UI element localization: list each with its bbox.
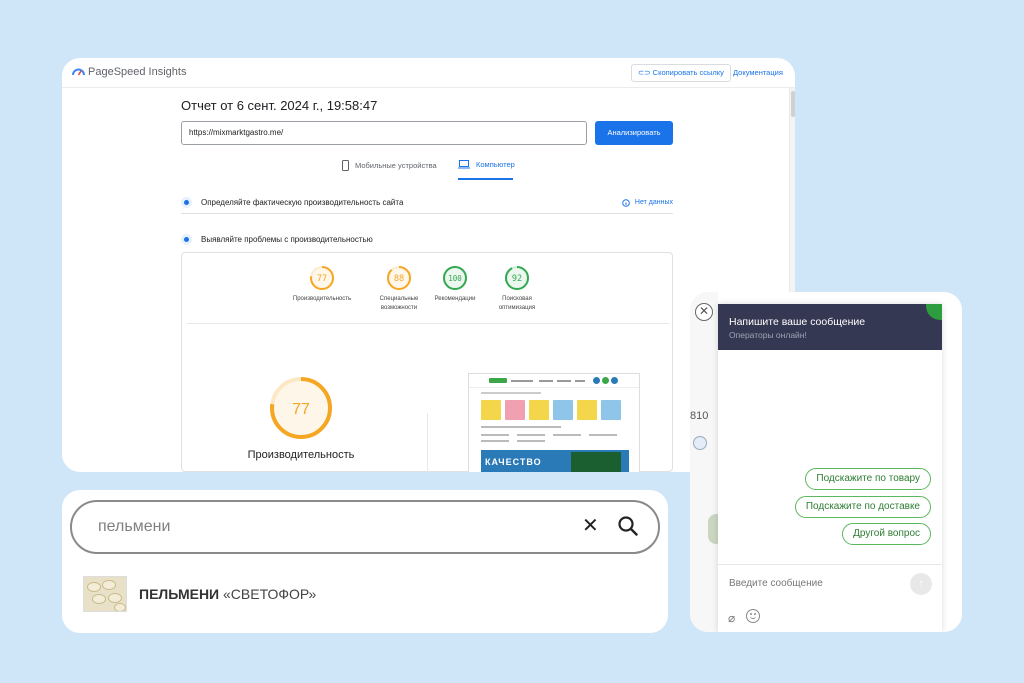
score-label: Поисковая оптимизация [498, 296, 536, 311]
link-icon: ⊂⊃ [638, 68, 653, 77]
score-value: 77 [317, 274, 327, 284]
background-icon [693, 436, 707, 450]
thumbnail-banner-text: КАЧЕСТВО [485, 457, 542, 467]
search-result-item[interactable]: ПЕЛЬМЕНИ «СВЕТОФОР» [83, 576, 316, 612]
pagespeed-card: PageSpeed Insights ⊂⊃ Скопировать ссылку… [62, 58, 795, 472]
url-input[interactable]: https://mixmarktgastro.me/ [181, 121, 587, 145]
quick-reply-button[interactable]: Другой вопрос [842, 523, 931, 545]
clear-icon[interactable]: ✕ [582, 516, 599, 536]
copy-link-label: Скопировать ссылку [652, 68, 724, 77]
performance-gauge-large: 77 [268, 375, 334, 446]
performance-score-value: 77 [292, 401, 310, 418]
score-label: Производительность [292, 296, 352, 302]
score-value: 100 [448, 274, 462, 283]
score-value: 92 [512, 274, 522, 284]
chat-widget: Напишите ваше сообщение Операторы онлайн… [718, 304, 942, 632]
paperclip-icon[interactable]: ⌀ [728, 611, 735, 625]
copy-link-button[interactable]: ⊂⊃ Скопировать ссылку [631, 64, 731, 82]
scrollbar-thumb[interactable] [791, 91, 795, 117]
result-brand: «СВЕТОФОР» [223, 586, 317, 602]
online-status-icon [926, 304, 942, 320]
search-input[interactable]: пельмени ✕ [70, 500, 660, 554]
divider [187, 323, 669, 324]
report-title: Отчет от 6 сент. 2024 г., 19:58:47 [181, 98, 378, 113]
documentation-link[interactable]: Документация [733, 68, 783, 77]
score-gauge[interactable]: 77 Производительность [287, 265, 357, 304]
close-icon[interactable]: ✕ [695, 303, 713, 321]
no-data-indicator[interactable]: Нет данных [622, 198, 673, 207]
send-button[interactable]: ↑ [910, 573, 932, 595]
thumbnail-banner: КАЧЕСТВО [481, 450, 629, 472]
info-icon [622, 198, 630, 207]
page-screenshot-thumbnail: КАЧЕСТВО [468, 373, 640, 472]
product-thumbnail [83, 576, 127, 612]
mobile-phone-icon [342, 160, 349, 171]
tab-mobile-label: Мобильные устройства [355, 161, 437, 170]
psi-brand: PageSpeed Insights [88, 66, 187, 78]
lab-report-panel: 77 Производительность 88 Специальные возможн… [181, 252, 673, 472]
active-tab-indicator [458, 178, 513, 180]
tab-mobile[interactable]: Мобильные устройства [342, 160, 437, 171]
score-gauge[interactable]: 92 Поисковая оптимизация [482, 265, 552, 313]
background-page: 810 [690, 292, 724, 632]
divider-vertical [427, 413, 428, 472]
psi-header: PageSpeed Insights ⊂⊃ Скопировать ссылку… [62, 58, 795, 88]
chat-title: Напишите ваше сообщение [729, 316, 866, 328]
no-data-label: Нет данных [634, 199, 673, 206]
result-name: ПЕЛЬМЕНИ [139, 586, 220, 602]
pagespeed-logo-icon [72, 68, 85, 76]
score-gauge[interactable]: 100 Рекомендации [420, 265, 490, 304]
search-icon[interactable] [617, 515, 639, 537]
chat-card: 810 ✕ Напишите ваше сообщение Операторы … [690, 292, 962, 632]
quick-reply-button[interactable]: Подскажите по товару [805, 468, 931, 490]
tab-desktop[interactable]: Компьютер [458, 160, 515, 169]
analyze-button[interactable]: Анализировать [595, 121, 673, 145]
search-query[interactable]: пельмени [98, 518, 170, 536]
result-label: ПЕЛЬМЕНИ «СВЕТОФОР» [139, 586, 316, 602]
field-data-title: Определяйте фактическую производительнос… [201, 198, 404, 207]
chat-subtitle: Операторы онлайн! [729, 330, 807, 340]
score-label: Рекомендации [434, 296, 476, 302]
diagnose-icon [181, 233, 192, 245]
diagnose-title: Выявляйте проблемы с производительностью [201, 234, 373, 244]
chat-message-input[interactable]: Введите сообщение [729, 578, 823, 589]
emoji-icon[interactable] [746, 609, 760, 623]
chat-header: Напишите ваше сообщение Операторы онлайн… [718, 304, 942, 350]
chat-input-area: Введите сообщение ↑ ⌀ [718, 564, 942, 632]
field-data-section[interactable]: Определяйте фактическую производительнос… [181, 192, 673, 214]
laptop-icon [458, 160, 470, 169]
diagnose-section[interactable]: Выявляйте проблемы с производительностью [181, 230, 673, 248]
tab-desktop-label: Компьютер [476, 160, 515, 169]
score-value: 88 [394, 274, 404, 284]
background-number: 810 [690, 410, 709, 422]
field-data-icon [181, 197, 192, 208]
quick-reply-button[interactable]: Подскажите по доставке [794, 496, 931, 518]
search-card: пельмени ✕ ПЕЛЬМЕНИ «СВЕТОФОР» [62, 490, 668, 633]
performance-label-large: Производительность [247, 449, 355, 461]
